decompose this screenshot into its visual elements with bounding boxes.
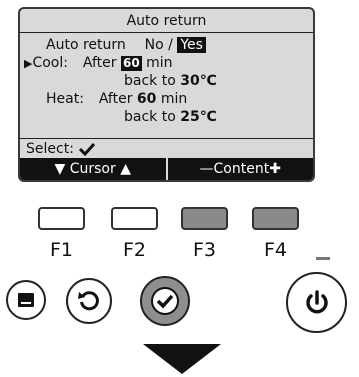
content-hint: —Content✚	[199, 161, 281, 177]
heat-back-text: back to	[124, 109, 176, 125]
heat-after-value[interactable]: 60	[137, 91, 156, 107]
f3-label: F3	[193, 239, 217, 261]
cool-back-text: back to	[124, 73, 176, 89]
heat-after-text: After	[98, 91, 133, 107]
select-hint: Select:	[26, 140, 96, 158]
status-led	[316, 257, 330, 260]
f4-label: F4	[264, 239, 288, 261]
power-button[interactable]	[286, 272, 347, 333]
title-divider	[20, 32, 313, 33]
auto-return-yes-selected[interactable]: Yes	[177, 37, 206, 53]
heat-row[interactable]: Heat: After 60 min	[46, 90, 187, 108]
heat-label: Heat:	[46, 91, 84, 107]
return-button[interactable]	[66, 278, 112, 324]
auto-return-label: Auto return	[46, 37, 126, 53]
cool-after-text: After	[82, 55, 117, 71]
cool-label: Cool:	[32, 55, 68, 71]
power-icon	[305, 289, 328, 313]
select-label: Select:	[26, 141, 74, 157]
check-icon	[151, 287, 179, 315]
function-bar: ▼ Cursor ▲ —Content✚	[20, 158, 313, 180]
cool-after-unit: min	[146, 55, 173, 71]
lcd-screen: Auto return Auto return No / Yes ▶Cool: …	[18, 7, 315, 182]
f1-button[interactable]	[38, 207, 85, 230]
menu-button[interactable]	[6, 280, 46, 320]
confirm-button[interactable]	[140, 276, 190, 326]
select-divider	[20, 138, 313, 139]
cool-row[interactable]: ▶Cool: After 60 min	[24, 54, 173, 73]
auto-return-separator: /	[168, 37, 173, 53]
cool-back-row[interactable]: back to 30℃	[124, 72, 217, 90]
cool-after-value[interactable]: 60	[120, 56, 142, 71]
f3-button[interactable]	[181, 207, 228, 230]
heat-back-value[interactable]: 25℃	[180, 109, 216, 125]
f1-label: F1	[50, 239, 74, 261]
auto-return-row[interactable]: Auto return No / Yes	[46, 36, 206, 54]
down-arrow-icon	[143, 344, 221, 374]
check-icon	[79, 142, 96, 156]
auto-return-no[interactable]: No	[145, 37, 164, 53]
heat-after-unit: min	[160, 91, 188, 107]
screen-title: Auto return	[126, 13, 207, 29]
f2-label: F2	[123, 239, 147, 261]
return-icon	[78, 291, 99, 311]
cursor-hint: ▼ Cursor ▲	[54, 161, 131, 177]
f4-button[interactable]	[252, 207, 299, 230]
cool-back-value[interactable]: 30℃	[180, 73, 216, 89]
heat-back-row[interactable]: back to 25℃	[124, 108, 217, 126]
menu-icon	[18, 293, 34, 307]
f2-button[interactable]	[111, 207, 158, 230]
